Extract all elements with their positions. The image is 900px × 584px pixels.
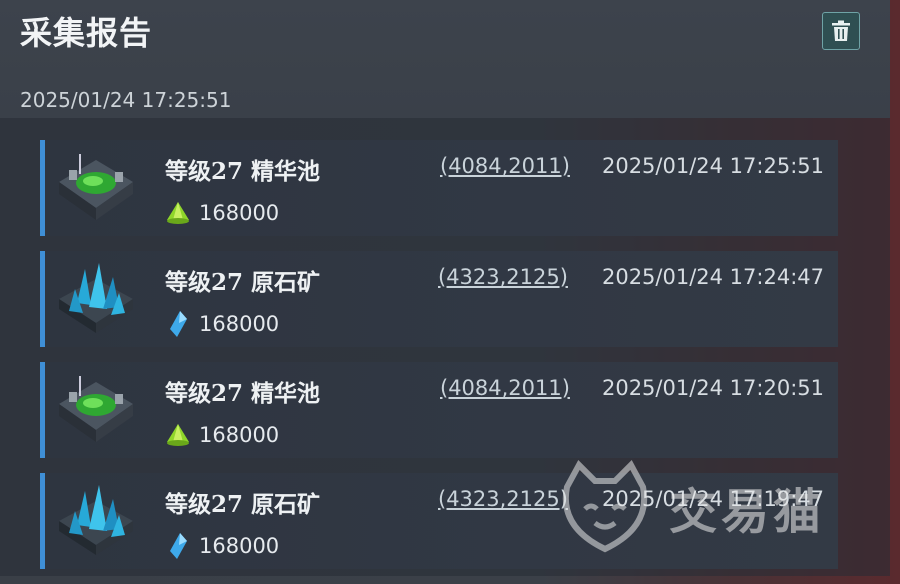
report-item[interactable]: 等级27 精华池 (4084,2011) 2025/01/24 17:25:51…	[40, 140, 838, 236]
delete-button[interactable]	[822, 12, 860, 50]
resource-amount: 168000	[165, 198, 279, 228]
report-title: 等级27 原石矿	[165, 491, 321, 518]
essence-pool-icon	[59, 154, 133, 220]
blue-crystal-icon	[170, 533, 187, 559]
report-title: 等级27 原石矿	[165, 269, 321, 296]
resource-amount: 168000	[165, 420, 279, 450]
report-title: 等级27 精华池	[165, 380, 321, 407]
cat-logo-icon	[562, 460, 648, 553]
green-essence-icon	[167, 424, 189, 446]
report-item[interactable]: 等级27 精华池 (4084,2011) 2025/01/24 17:20:51…	[40, 362, 838, 458]
green-essence-icon	[167, 202, 189, 224]
watermark-text: 交易猫	[669, 484, 826, 540]
coordinates-link[interactable]: (4084,2011)	[440, 376, 570, 400]
amount-value: 168000	[199, 312, 280, 336]
resource-amount: 168000	[165, 531, 279, 561]
report-time: 2025/01/24 17:25:51	[601, 154, 824, 178]
report-date: 2025/01/24 17:25:51	[20, 88, 232, 112]
resource-amount: 168000	[165, 309, 279, 339]
report-time: 2025/01/24 17:24:47	[601, 265, 824, 289]
crystal-mine-icon	[59, 485, 133, 555]
watermark: 交易猫	[555, 452, 875, 562]
essence-pool-icon	[59, 376, 133, 442]
report-item[interactable]: 等级27 原石矿 (4323,2125) 2025/01/24 17:24:47…	[40, 251, 838, 347]
page-title: 采集报告	[20, 14, 153, 52]
amount-value: 168000	[199, 423, 280, 447]
coordinates-link[interactable]: (4323,2125)	[438, 265, 568, 289]
coordinates-link[interactable]: (4323,2125)	[438, 487, 568, 511]
coordinates-link[interactable]: (4084,2011)	[440, 154, 570, 178]
header: 采集报告 2025/01/24 17:25:51	[0, 0, 890, 118]
blue-crystal-icon	[170, 311, 187, 337]
trash-icon	[832, 20, 850, 41]
report-title: 等级27 精华池	[165, 158, 321, 185]
crystal-mine-icon	[59, 263, 133, 333]
amount-value: 168000	[199, 201, 280, 225]
amount-value: 168000	[199, 534, 280, 558]
report-time: 2025/01/24 17:20:51	[601, 376, 824, 400]
